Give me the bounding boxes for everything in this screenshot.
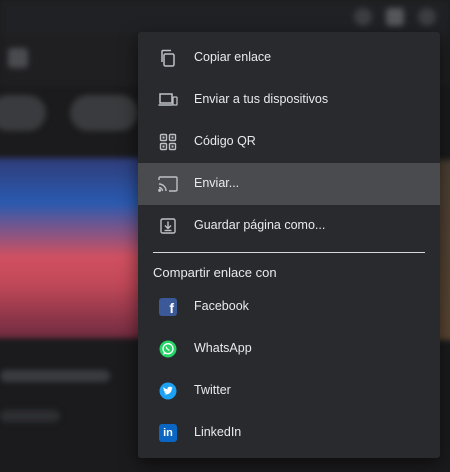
cast-icon [158,174,178,194]
video-thumbnail [0,158,150,338]
linkedin-icon: in [158,423,178,443]
save-page-icon [158,216,178,236]
cast-item[interactable]: Enviar... [138,163,440,205]
send-to-devices-label: Enviar a tus dispositivos [194,92,329,106]
toolbar-icon [418,8,436,26]
qr-code-icon [158,132,178,152]
share-twitter-item[interactable]: Twitter [138,370,440,412]
share-linkedin-item[interactable]: in LinkedIn [138,412,440,454]
twitter-label: Twitter [194,383,231,397]
video-title-placeholder [0,370,110,382]
video-meta-placeholder [0,410,60,422]
copy-icon [158,48,178,68]
qr-code-item[interactable]: Código QR [138,121,440,163]
linkedin-label: LinkedIn [194,425,242,439]
filter-chip [0,95,46,131]
copy-link-label: Copiar enlace [194,50,272,64]
toolbar-icon [386,8,404,26]
qr-code-label: Código QR [194,134,256,148]
browser-toolbar [0,0,450,34]
share-menu: Copiar enlace Enviar a tus dispositivos … [138,32,440,458]
send-to-devices-item[interactable]: Enviar a tus dispositivos [138,79,440,121]
filter-chip [70,95,138,131]
whatsapp-label: WhatsApp [194,341,252,355]
add-icon [8,48,28,68]
share-whatsapp-item[interactable]: WhatsApp [138,328,440,370]
facebook-label: Facebook [194,299,249,313]
save-page-label: Guardar página como... [194,218,326,232]
save-page-item[interactable]: Guardar página como... [138,205,440,247]
cast-label: Enviar... [194,176,240,190]
whatsapp-icon [158,339,178,359]
twitter-icon [158,381,178,401]
copy-link-item[interactable]: Copiar enlace [138,37,440,79]
send-to-devices-icon [158,90,178,110]
toolbar-icon [354,8,372,26]
share-facebook-item[interactable]: f Facebook [138,286,440,328]
share-section-title: Compartir enlace con [153,265,277,280]
menu-divider [153,252,425,253]
facebook-icon: f [158,297,178,317]
